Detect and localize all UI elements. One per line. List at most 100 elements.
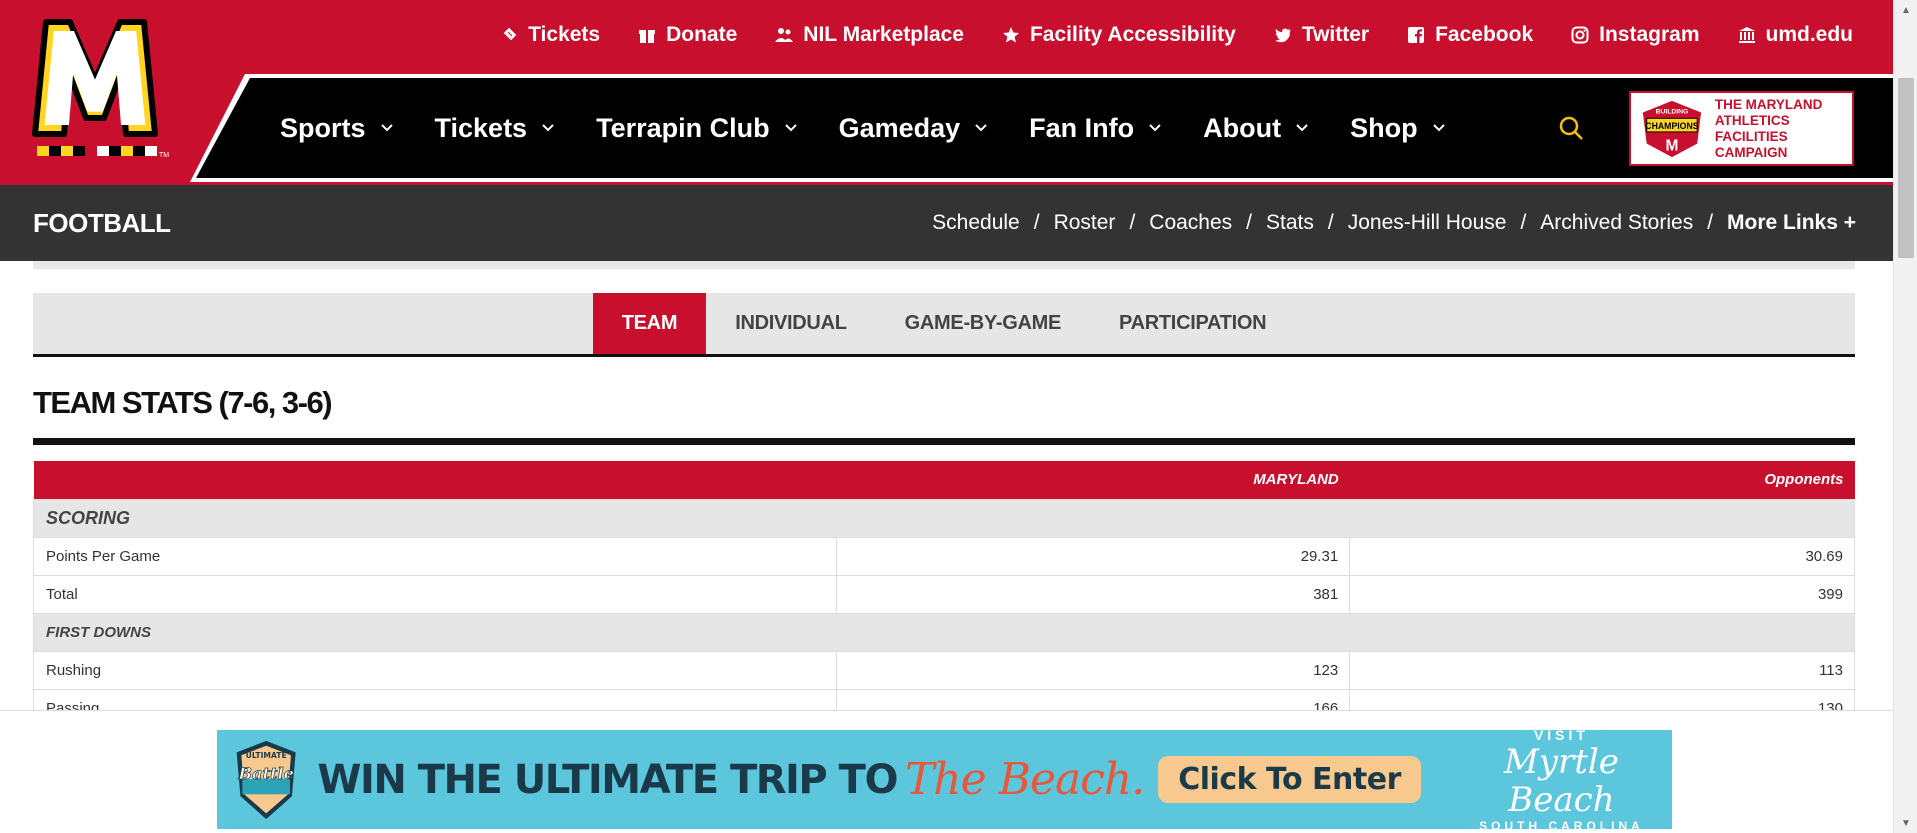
- nav-shop[interactable]: Shop: [1350, 113, 1446, 144]
- building-champions-badge: BUILDING CHAMPIONS M: [1642, 100, 1702, 157]
- team-stats-table: MARYLAND Opponents SCORING Points Per Ga…: [33, 461, 1855, 710]
- nav-label: Gameday: [838, 112, 961, 143]
- category-label: SCORING: [33, 498, 1855, 538]
- svg-text:BUILDING: BUILDING: [1656, 108, 1689, 115]
- util-donate[interactable]: Donate: [638, 23, 737, 47]
- table-row: Points Per Game 29.31 30.69: [33, 536, 1855, 576]
- divider: [33, 261, 1855, 269]
- nav-sports[interactable]: Sports: [280, 113, 394, 144]
- tab-team[interactable]: TEAM: [592, 293, 707, 354]
- twitter-icon: [1274, 28, 1291, 43]
- opponents-value: 399: [1349, 574, 1855, 614]
- tab-participation[interactable]: PARTICIPATION: [1090, 293, 1295, 354]
- link-separator: /: [1129, 211, 1136, 234]
- sport-title[interactable]: FOOTBALL: [33, 185, 171, 261]
- util-facility-accessibility[interactable]: Facility Accessibility: [1002, 23, 1236, 47]
- category-row: FIRST DOWNS: [33, 612, 1855, 652]
- brand-state: SOUTH CAROLINA: [1479, 818, 1644, 833]
- search-icon[interactable]: [1557, 114, 1585, 142]
- nav-label: Shop: [1350, 112, 1418, 143]
- util-umd-edu[interactable]: umd.edu: [1738, 23, 1854, 47]
- util-tickets[interactable]: Tickets: [500, 23, 600, 47]
- scroll-up-arrow-icon[interactable]: ▲: [1894, 0, 1917, 20]
- chevron-down-icon: [975, 124, 987, 132]
- users-icon: [775, 28, 794, 42]
- sport-link-stats[interactable]: Stats: [1266, 211, 1314, 235]
- ticket-icon: [502, 26, 518, 42]
- chevron-down-icon: [380, 124, 393, 132]
- link-separator: /: [1520, 211, 1527, 234]
- maryland-value: 29.31: [835, 536, 1351, 576]
- tab-game-by-game[interactable]: GAME-BY-GAME: [876, 293, 1090, 354]
- tab-individual[interactable]: INDIVIDUAL: [706, 293, 875, 354]
- main-nav: Sports Tickets Terrapin Club Gameday Fan…: [0, 74, 1893, 182]
- category-label: FIRST DOWNS: [33, 612, 1855, 652]
- util-label: Twitter: [1301, 23, 1370, 46]
- facebook-icon: [1408, 27, 1425, 43]
- scrollbar-thumb[interactable]: [1898, 78, 1914, 258]
- brand-visit: VISIT: [1533, 726, 1589, 743]
- stat-label: Points Per Game: [33, 536, 837, 576]
- sport-links: Schedule / Roster / Coaches / Stats / Jo…: [932, 185, 1856, 261]
- util-label: Tickets: [528, 23, 601, 46]
- util-nil-marketplace[interactable]: NIL Marketplace: [775, 23, 964, 47]
- click-to-enter-button[interactable]: Click To Enter: [1158, 756, 1421, 803]
- nav-label: Fan Info: [1029, 112, 1135, 143]
- link-separator: /: [1327, 211, 1334, 234]
- util-label: NIL Marketplace: [803, 23, 964, 46]
- ad-script-text: The Beach.: [904, 754, 1145, 805]
- nav-label: Sports: [280, 112, 366, 143]
- util-twitter[interactable]: Twitter: [1274, 23, 1369, 47]
- nav-terrapin-club[interactable]: Terrapin Club: [596, 113, 798, 144]
- gift-icon: [639, 30, 656, 43]
- table-row: Rushing 123 113: [33, 650, 1855, 690]
- nav-fan-info[interactable]: Fan Info: [1029, 113, 1162, 144]
- sport-subnav: FOOTBALL Schedule / Roster / Coaches / S…: [0, 185, 1893, 261]
- header-maryland: MARYLAND: [836, 461, 1350, 499]
- ad-footer: ULTIMATE Battle WIN THE ULTIMATE TRIP TO…: [0, 710, 1893, 833]
- header-blank: [33, 461, 837, 499]
- link-separator: /: [1707, 211, 1714, 234]
- nav-gameday[interactable]: Gameday: [839, 113, 989, 144]
- util-label: Donate: [666, 23, 738, 46]
- util-instagram[interactable]: Instagram: [1571, 23, 1700, 47]
- stats-content: TEAM INDIVIDUAL GAME-BY-GAME PARTICIPATI…: [0, 261, 1893, 710]
- nav-tickets[interactable]: Tickets: [435, 113, 556, 144]
- sport-link-coaches[interactable]: Coaches: [1149, 211, 1232, 235]
- util-label: Facebook: [1435, 23, 1534, 46]
- myrtle-beach-ad[interactable]: ULTIMATE Battle WIN THE ULTIMATE TRIP TO…: [217, 727, 1672, 833]
- stat-label: Passing: [33, 688, 837, 710]
- stat-label: Total: [33, 574, 837, 614]
- utility-nav: Tickets Donate NIL Marketplace Facility …: [290, 0, 1853, 70]
- scroll-down-arrow-icon[interactable]: ▼: [1894, 813, 1917, 833]
- more-links-button[interactable]: More Links +: [1727, 211, 1856, 235]
- sport-link-roster[interactable]: Roster: [1054, 211, 1116, 235]
- nav-about[interactable]: About: [1203, 113, 1309, 144]
- svg-text:ULTIMATE: ULTIMATE: [246, 751, 287, 760]
- chevron-down-icon: [542, 124, 554, 132]
- page-scrollbar[interactable]: ▲ ▼: [1893, 0, 1917, 833]
- ultimate-battle-badge: ULTIMATE Battle: [236, 740, 296, 819]
- util-label: Facility Accessibility: [1029, 23, 1236, 46]
- chevron-down-icon: [1432, 124, 1445, 132]
- maryland-value: 166: [835, 688, 1351, 710]
- stat-label: Rushing: [33, 650, 837, 690]
- sport-link-jones-hill-house[interactable]: Jones-Hill House: [1348, 211, 1507, 235]
- star-icon: [1002, 27, 1019, 43]
- svg-text:M: M: [1665, 137, 1678, 154]
- svg-text:Battle: Battle: [237, 764, 294, 783]
- stats-tabs: TEAM INDIVIDUAL GAME-BY-GAME PARTICIPATI…: [33, 293, 1855, 357]
- svg-text:CHAMPIONS: CHAMPIONS: [1645, 121, 1698, 131]
- facilities-campaign-banner[interactable]: BUILDING CHAMPIONS M The Maryland Athlet…: [1629, 91, 1854, 166]
- link-separator: /: [1033, 211, 1040, 234]
- sport-link-schedule[interactable]: Schedule: [932, 211, 1020, 235]
- myrtle-beach-logo: VISIT Myrtle Beach SOUTH CAROLINA: [1451, 727, 1672, 833]
- institution-icon: [1738, 27, 1755, 43]
- brand-name: Myrtle Beach: [1503, 741, 1619, 820]
- page-title: TEAM STATS (7-6, 3-6): [33, 385, 333, 420]
- link-separator: /: [1246, 211, 1253, 234]
- util-facebook[interactable]: Facebook: [1407, 23, 1533, 47]
- sport-link-archived-stories[interactable]: Archived Stories: [1540, 211, 1693, 235]
- util-label: umd.edu: [1765, 23, 1854, 46]
- chevron-down-icon: [784, 124, 797, 132]
